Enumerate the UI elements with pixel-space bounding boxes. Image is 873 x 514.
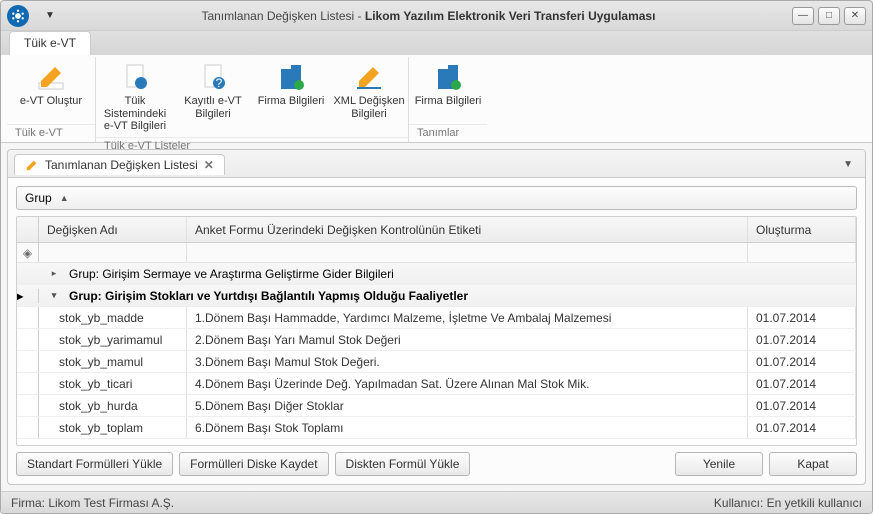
row-indicator <box>17 329 39 350</box>
pencil-icon <box>35 61 67 93</box>
document-info-icon: ? <box>197 61 229 93</box>
table-row[interactable]: stok_yb_mamul3.Dönem Başı Mamul Stok Değ… <box>17 351 856 373</box>
evt-olustur-button[interactable]: e-VT Oluştur <box>7 57 95 124</box>
cell-name: stok_yb_madde <box>39 307 187 328</box>
building-icon <box>275 61 307 93</box>
button-bar: Standart Formülleri Yükle Formülleri Dis… <box>16 452 857 476</box>
cell-name: stok_yb_yarimamul <box>39 329 187 350</box>
table-row[interactable]: stok_yb_hurda5.Dönem Başı Diğer Stoklar0… <box>17 395 856 417</box>
filter-row[interactable]: ◈ <box>17 243 856 263</box>
minimize-button[interactable]: — <box>792 7 814 25</box>
cell-label: 4.Dönem Başı Üzerinde Değ. Yapılmadan Sa… <box>187 373 748 394</box>
tuik-sistem-bilgileri-button[interactable]: Tüik Sistemindeki e-VT Bilgileri <box>96 57 174 137</box>
page-tab-strip: Tanımlanan Değişken Listesi ✕ ▼ <box>8 150 865 178</box>
row-indicator <box>17 307 39 328</box>
ribbon-tab-tuik-evt[interactable]: Tüik e-VT <box>9 31 91 55</box>
close-button[interactable]: ✕ <box>844 7 866 25</box>
table-row[interactable]: stok_yb_ticari4.Dönem Başı Üzerinde Değ.… <box>17 373 856 395</box>
kapat-button[interactable]: Kapat <box>769 452 857 476</box>
column-header-created[interactable]: Oluşturma <box>748 217 856 242</box>
cell-name: stok_yb_mamul <box>39 351 187 372</box>
status-bar: Firma: Likom Test Firması A.Ş. Kullanıcı… <box>1 491 872 513</box>
ribbon-group-tanimlar: Firma Bilgileri Tanımlar <box>409 57 487 142</box>
cell-created: 01.07.2014 <box>748 329 856 350</box>
svg-text:?: ? <box>216 76 223 90</box>
building-edit-icon <box>432 61 464 93</box>
row-indicator-header <box>17 217 39 242</box>
cell-label: 5.Dönem Başı Diğer Stoklar <box>187 395 748 416</box>
pencil-list-icon <box>353 61 385 93</box>
data-grid[interactable]: Değişken Adı Anket Formu Üzerindeki Deği… <box>16 216 857 446</box>
row-indicator <box>17 373 39 394</box>
table-row[interactable]: stok_yb_madde1.Dönem Başı Hammadde, Yard… <box>17 307 856 329</box>
cell-label: 2.Dönem Başı Yarı Mamul Stok Değeri <box>187 329 748 350</box>
pencil-icon <box>25 158 39 172</box>
group-by-box[interactable]: Grup ▲ <box>16 186 857 210</box>
yenile-button[interactable]: Yenile <box>675 452 763 476</box>
title-bar: ▼ Tanımlanan Değişken Listesi - Likom Ya… <box>1 1 872 31</box>
page-tabs-chevron[interactable]: ▼ <box>843 159 859 170</box>
title-doc: Tanımlanan Değişken Listesi - <box>201 9 364 23</box>
xml-degisken-bilgileri-button[interactable]: XML Değişken Bilgileri <box>330 57 408 137</box>
ribbon-group-tuik-evt: e-VT Oluştur Tüik e-VT <box>7 57 96 142</box>
page-tab-label: Tanımlanan Değişken Listesi <box>45 158 198 172</box>
page-tab-close[interactable]: ✕ <box>204 158 214 172</box>
window-title: Tanımlanan Değişken Listesi - Likom Yazı… <box>65 9 792 23</box>
ribbon-tab-strip: Tüik e-VT <box>1 31 872 55</box>
standart-formul-yukle-button[interactable]: Standart Formülleri Yükle <box>16 452 173 476</box>
ribbon-group-listeler: Tüik Sistemindeki e-VT Bilgileri ? Kayıt… <box>96 57 409 142</box>
column-header-label[interactable]: Anket Formu Üzerindeki Değişken Kontrolü… <box>187 217 748 242</box>
group-by-label: Grup <box>25 191 52 205</box>
workspace: Tanımlanan Değişken Listesi ✕ ▼ Grup ▲ D… <box>7 149 866 485</box>
cell-label: 6.Dönem Başı Stok Toplamı <box>187 417 748 438</box>
maximize-button[interactable]: □ <box>818 7 840 25</box>
grid-header: Değişken Adı Anket Formu Üzerindeki Deği… <box>17 217 856 243</box>
firma-bilgileri-button[interactable]: Firma Bilgileri <box>252 57 330 137</box>
diskten-formul-yukle-button[interactable]: Diskten Formül Yükle <box>335 452 471 476</box>
cell-name: stok_yb_hurda <box>39 395 187 416</box>
page-tab-degisken-listesi[interactable]: Tanımlanan Değişken Listesi ✕ <box>14 154 225 175</box>
group-caption: Grup: Girişim Sermaye ve Araştırma Geliş… <box>69 267 394 281</box>
group-row-expanded[interactable]: ▸ ▾Grup: Girişim Stokları ve Yurtdışı Ba… <box>17 285 856 307</box>
table-row[interactable]: stok_yb_toplam6.Dönem Başı Stok Toplamı0… <box>17 417 856 439</box>
row-indicator <box>17 395 39 416</box>
ribbon-body: e-VT Oluştur Tüik e-VT Tüik Sistemindeki… <box>1 55 872 143</box>
formul-diske-kaydet-button[interactable]: Formülleri Diske Kaydet <box>179 452 328 476</box>
cell-name: stok_yb_ticari <box>39 373 187 394</box>
collapse-icon[interactable]: ▾ <box>39 290 69 301</box>
cell-created: 01.07.2014 <box>748 373 856 394</box>
row-indicator <box>17 417 39 438</box>
cell-label: 3.Dönem Başı Mamul Stok Değeri. <box>187 351 748 372</box>
quick-access-dropdown[interactable]: ▼ <box>45 10 55 21</box>
filter-indicator-icon: ◈ <box>17 243 39 262</box>
cell-created: 01.07.2014 <box>748 351 856 372</box>
status-firma: Firma: Likom Test Firması A.Ş. <box>11 496 174 510</box>
cell-created: 01.07.2014 <box>748 307 856 328</box>
title-app: Likom Yazılım Elektronik Veri Transferi … <box>365 9 656 23</box>
grid-body[interactable]: ▸Grup: Girişim Sermaye ve Araştırma Geli… <box>17 263 856 439</box>
cell-created: 01.07.2014 <box>748 417 856 438</box>
group-caption: Grup: Girişim Stokları ve Yurtdışı Bağla… <box>69 289 468 303</box>
group-row-collapsed[interactable]: ▸Grup: Girişim Sermaye ve Araştırma Geli… <box>17 263 856 285</box>
expand-icon[interactable]: ▸ <box>39 268 69 279</box>
firma-bilgileri-tanimlar-button[interactable]: Firma Bilgileri <box>409 57 487 124</box>
cell-name: stok_yb_toplam <box>39 417 187 438</box>
ribbon-group-label: Tüik e-VT <box>7 124 95 142</box>
kayitli-evt-bilgileri-button[interactable]: ? Kayıtlı e-VT Bilgileri <box>174 57 252 137</box>
sort-asc-icon: ▲ <box>60 193 69 203</box>
table-row[interactable]: stok_yb_yarimamul2.Dönem Başı Yarı Mamul… <box>17 329 856 351</box>
status-user: Kullanıcı: En yetkili kullanıcı <box>714 496 862 510</box>
ribbon-group-label: Tanımlar <box>409 124 487 142</box>
cell-created: 01.07.2014 <box>748 395 856 416</box>
content-area: Grup ▲ Değişken Adı Anket Formu Üzerinde… <box>8 178 865 484</box>
column-header-name[interactable]: Değişken Adı <box>39 217 187 242</box>
row-indicator <box>17 351 39 372</box>
app-icon <box>7 5 29 27</box>
current-row-indicator: ▸ <box>17 289 39 303</box>
document-icon <box>119 61 151 93</box>
cell-label: 1.Dönem Başı Hammadde, Yardımcı Malzeme,… <box>187 307 748 328</box>
